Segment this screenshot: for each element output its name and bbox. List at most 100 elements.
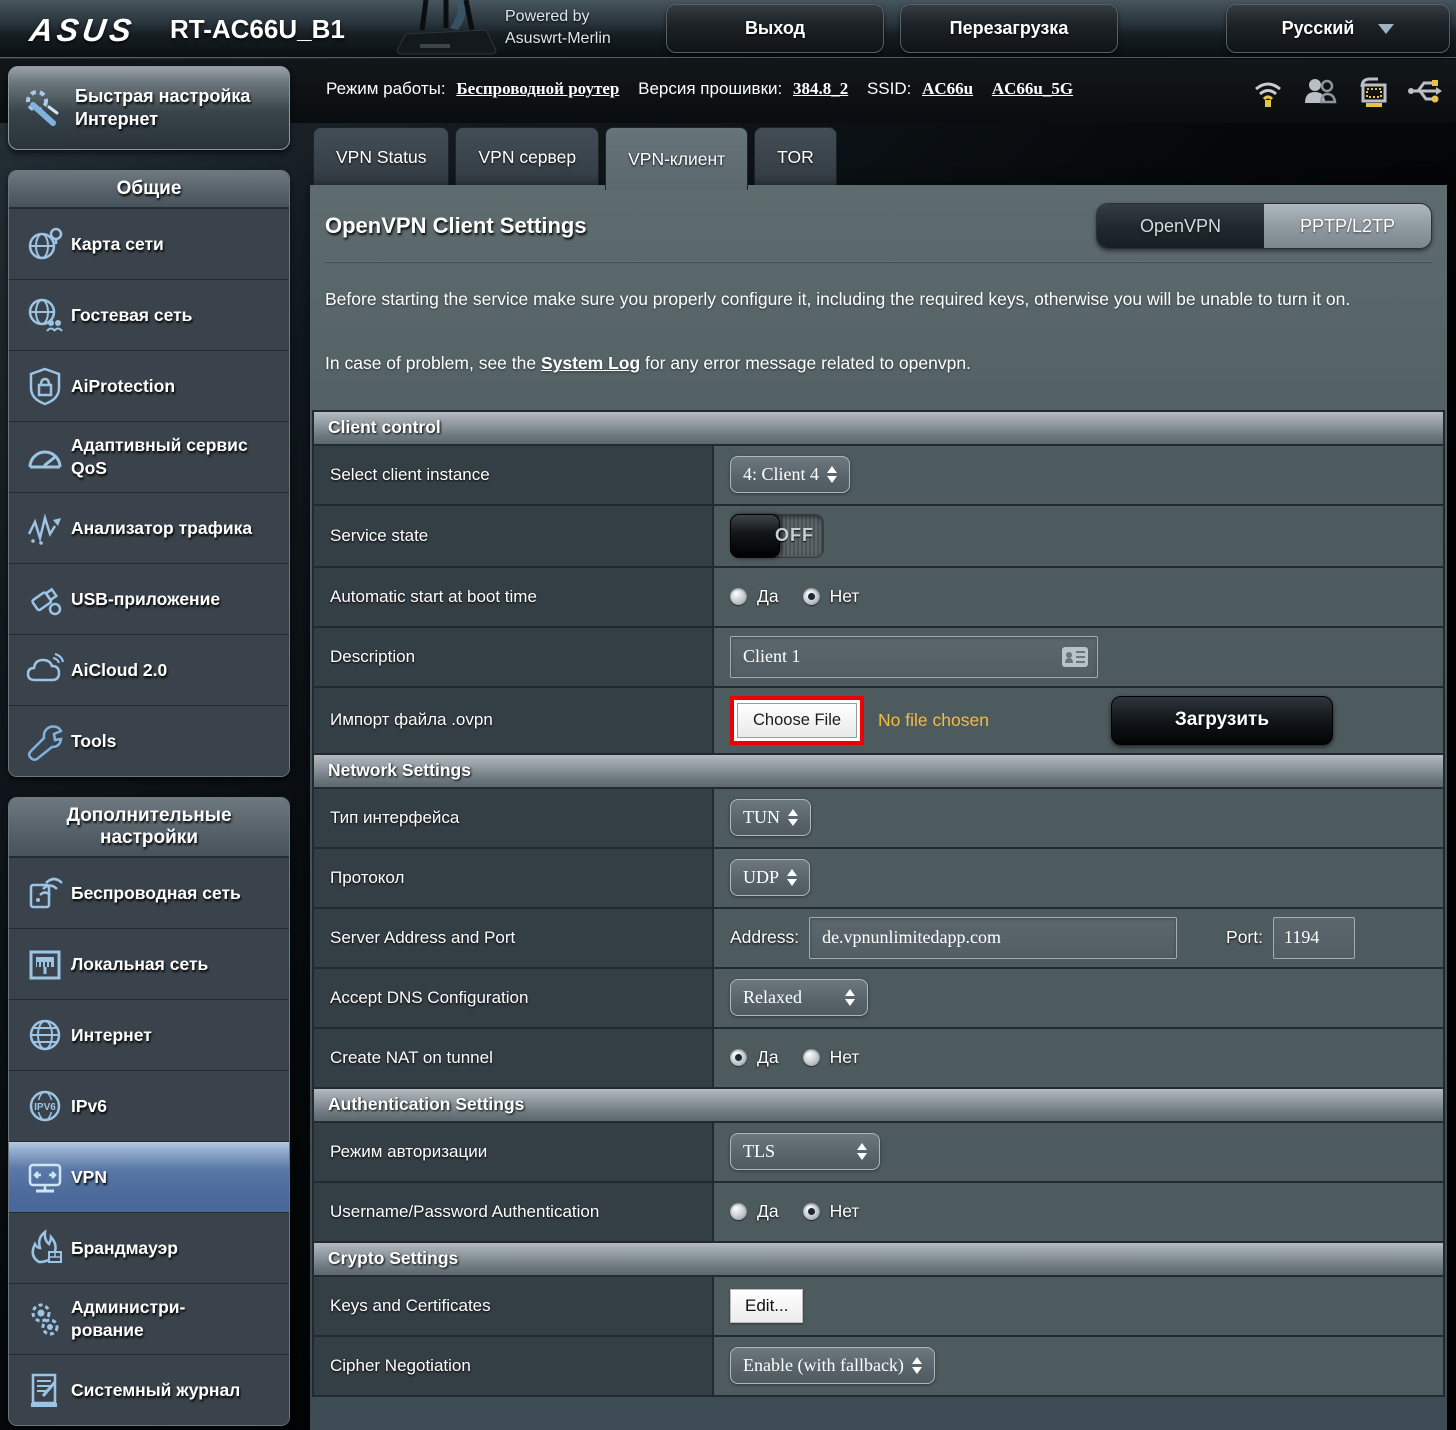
section-authentication: Authentication Settings — [314, 1089, 1443, 1123]
accept-dns-select[interactable]: Relaxed — [730, 979, 868, 1016]
group-title-general: Общие — [9, 171, 289, 208]
sidebar-item-qos[interactable]: Адаптивный сервис QoS — [9, 421, 289, 492]
select-arrows-icon — [827, 466, 837, 483]
tab-vpn-status[interactable]: VPN Status — [313, 127, 449, 186]
sidebar-item-traffic-analyzer[interactable]: Анализатор трафика — [9, 492, 289, 563]
protocol-select[interactable]: UDP — [730, 859, 810, 896]
section-network-settings: Network Settings — [314, 755, 1443, 789]
sidebar-item-lan[interactable]: Локальная сеть — [9, 928, 289, 999]
sidebar-item-aiprotection[interactable]: AiProtection — [9, 350, 289, 421]
client-list-icon[interactable] — [1061, 646, 1089, 668]
sidebar-item-guest-network[interactable]: Гостевая сеть — [9, 279, 289, 350]
system-log-link[interactable]: System Log — [541, 353, 640, 373]
toggle-off-label: OFF — [775, 525, 814, 546]
section-client-control: Client control — [314, 412, 1443, 446]
aicloud-icon — [19, 650, 71, 690]
cipher-negotiation-select[interactable]: Enable (with fallback) — [730, 1347, 935, 1384]
select-arrows-icon — [787, 869, 797, 886]
network-map-icon — [19, 224, 71, 264]
row-create-nat: Create NAT on tunnel Да Нет — [314, 1029, 1443, 1089]
openvpn-type-button[interactable]: OpenVPN — [1097, 204, 1264, 248]
sidebar-item-usb-application[interactable]: USB-приложение — [9, 563, 289, 634]
intro-text-2: In case of problem, see the System Log f… — [325, 347, 1432, 379]
sidebar-item-aicloud[interactable]: AiCloud 2.0 — [9, 634, 289, 705]
row-select-client-instance: Select client instance 4: Client 4 — [314, 446, 1443, 506]
row-autostart: Automatic start at boot time Да Нет — [314, 568, 1443, 628]
choose-file-highlight: Choose File — [730, 696, 864, 745]
sidebar-group-advanced: Дополнительные настройки Беспроводная се… — [8, 797, 290, 1426]
sidebar-item-internet[interactable]: Интернет — [9, 999, 289, 1070]
select-arrows-icon — [845, 989, 855, 1006]
interface-type-select[interactable]: TUN — [730, 799, 811, 836]
tab-tor[interactable]: TOR — [754, 127, 837, 186]
nat-yes-radio[interactable] — [730, 1049, 747, 1066]
clients-icon[interactable] — [1302, 73, 1338, 109]
system-info-line: Режим работы: Беспроводной роутер Версия… — [326, 79, 1087, 99]
quick-setup-label: Быстрая настройка Интернет — [75, 85, 250, 132]
language-dropdown[interactable]: Русский — [1226, 4, 1450, 53]
usb-status-icon[interactable] — [1406, 73, 1442, 109]
vpn-tabs: VPN Status VPN сервер VPN-клиент TOR — [313, 127, 837, 190]
service-state-toggle[interactable]: OFF — [730, 514, 824, 558]
page-title: OpenVPN Client Settings — [325, 213, 587, 239]
sidebar-item-firewall[interactable]: Брандмауэр — [9, 1212, 289, 1283]
autostart-yes-radio[interactable] — [730, 588, 747, 605]
asus-logo: ASUS — [27, 12, 137, 49]
autostart-no-radio[interactable] — [803, 588, 820, 605]
select-arrows-icon — [912, 1357, 922, 1374]
row-keys-certificates: Keys and Certificates Edit... — [314, 1277, 1443, 1337]
client-instance-select[interactable]: 4: Client 4 — [730, 456, 850, 493]
sidebar: Быстрая настройка Интернет Общие Карта с… — [8, 66, 290, 1426]
sidebar-item-ipv6[interactable]: IPV6 IPv6 — [9, 1070, 289, 1141]
firmware-link[interactable]: 384.8_2 — [793, 79, 848, 98]
media-server-icon[interactable] — [1354, 73, 1390, 109]
guest-network-icon — [19, 295, 71, 335]
wifi-status-icon[interactable] — [1250, 73, 1286, 109]
wireless-icon — [19, 873, 71, 913]
traffic-analyzer-icon — [19, 508, 71, 548]
upload-button[interactable]: Загрузить — [1111, 696, 1333, 745]
row-import-ovpn: Импорт файла .ovpn Choose File No file c… — [314, 688, 1443, 755]
tab-vpn-server[interactable]: VPN сервер — [455, 127, 599, 186]
edit-keys-button[interactable]: Edit... — [730, 1289, 803, 1323]
autostart-radio-group: Да Нет — [730, 586, 875, 607]
choose-file-button[interactable]: Choose File — [737, 703, 857, 738]
select-arrows-icon — [857, 1143, 867, 1160]
auth-mode-select[interactable]: TLS — [730, 1133, 880, 1170]
userpass-yes-radio[interactable] — [730, 1203, 747, 1220]
top-header-bar: ASUS RT-AC66U_B1 Powered by Asuswrt-Merl… — [0, 0, 1456, 58]
op-mode-link[interactable]: Беспроводной роутер — [456, 79, 619, 98]
sidebar-item-vpn[interactable]: VPN — [9, 1141, 289, 1212]
server-port-input[interactable]: 1194 — [1273, 917, 1355, 959]
ssid-label: SSID: — [867, 79, 911, 98]
router-model: RT-AC66U_B1 — [170, 14, 345, 45]
administration-icon — [19, 1299, 71, 1339]
row-interface-type: Тип интерфейса TUN — [314, 789, 1443, 849]
quick-setup-button[interactable]: Быстрая настройка Интернет — [8, 66, 290, 150]
sidebar-item-system-log[interactable]: Системный журнал — [9, 1354, 289, 1425]
intro-text-1: Before starting the service make sure yo… — [325, 283, 1432, 315]
server-address-input[interactable]: de.vpnunlimitedapp.com — [809, 917, 1177, 959]
row-cipher-negotiation: Cipher Negotiation Enable (with fallback… — [314, 1337, 1443, 1395]
qos-icon — [19, 437, 71, 477]
sidebar-item-network-map[interactable]: Карта сети — [9, 208, 289, 279]
toggle-knob — [730, 514, 780, 558]
logout-button[interactable]: Выход — [666, 4, 884, 53]
aiprotection-icon — [19, 366, 71, 406]
sidebar-item-tools[interactable]: Tools — [9, 705, 289, 776]
nat-no-radio[interactable] — [803, 1049, 820, 1066]
userpass-no-radio[interactable] — [803, 1203, 820, 1220]
tab-vpn-client[interactable]: VPN-клиент — [605, 127, 748, 190]
sidebar-item-administration[interactable]: Администри- рование — [9, 1283, 289, 1354]
nat-radio-group: Да Нет — [730, 1047, 875, 1068]
ssid-24-link[interactable]: AC66u — [922, 79, 973, 98]
title-divider — [325, 261, 1432, 263]
reboot-button[interactable]: Перезагрузка — [900, 4, 1118, 53]
settings-table: Client control Select client instance 4:… — [312, 410, 1445, 1397]
description-input[interactable]: Client 1 — [730, 636, 1098, 678]
sidebar-item-wireless[interactable]: Беспроводная сеть — [9, 857, 289, 928]
vpn-icon — [19, 1157, 71, 1197]
pptp-l2tp-type-button[interactable]: PPTP/L2TP — [1264, 204, 1431, 248]
ssid-5g-link[interactable]: AC66u_5G — [992, 79, 1073, 98]
address-label: Address: — [730, 927, 799, 948]
